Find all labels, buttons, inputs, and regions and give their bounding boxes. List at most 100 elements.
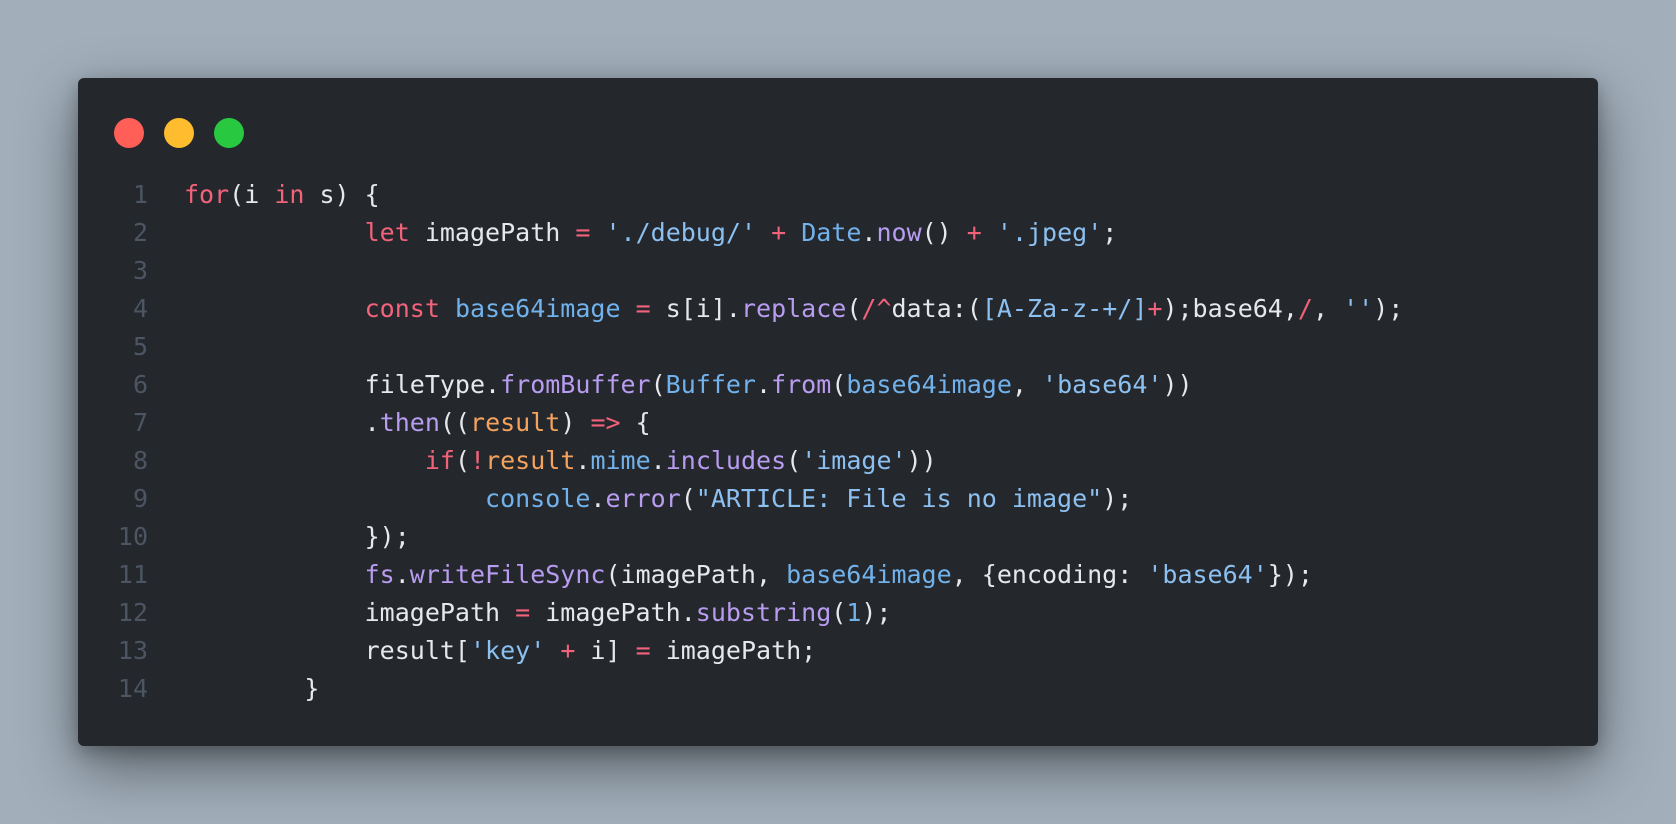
line-number: 1 xyxy=(132,180,148,209)
code-token: + xyxy=(771,218,787,247)
code-token: );base64, xyxy=(1162,294,1298,323)
code-token: replace xyxy=(740,294,847,323)
code-text: fs.writeFileSync(imagePath, base64image,… xyxy=(184,556,1313,594)
code-line: 9 console.error("ARTICLE: File is no ima… xyxy=(78,480,1598,518)
code-token: () xyxy=(921,218,967,247)
code-token: result[ xyxy=(364,636,470,665)
code-token: "ARTICLE: File is no image" xyxy=(695,484,1103,513)
code-token: + xyxy=(966,218,982,247)
code-token: from xyxy=(771,370,832,399)
code-token: (( xyxy=(439,408,471,437)
code-token: 1 xyxy=(846,598,862,627)
code-line: 2 let imagePath = './debug/' + Date.now(… xyxy=(78,214,1598,252)
code-token: . xyxy=(394,560,410,589)
code-text: const base64image = s[i].replace(/^data:… xyxy=(184,290,1404,328)
code-token: ) xyxy=(560,408,591,437)
line-number: 2 xyxy=(132,218,148,247)
code-token: (i xyxy=(229,180,275,209)
code-token: imagePath xyxy=(409,218,576,247)
code-token: console xyxy=(485,484,591,513)
line-number: 6 xyxy=(132,370,148,399)
code-text: let imagePath = './debug/' + Date.now() … xyxy=(184,214,1118,252)
code-token: fromBuffer xyxy=(500,370,651,399)
code-token: ( xyxy=(831,598,847,627)
code-line: 5 xyxy=(78,328,1598,366)
code-token: mime xyxy=(590,446,651,475)
code-token: = xyxy=(635,636,651,665)
code-token: ! xyxy=(470,446,486,475)
line-number: 4 xyxy=(132,294,148,323)
code-token: '' xyxy=(1343,294,1374,323)
code-text: imagePath = imagePath.substring(1); xyxy=(184,594,892,632)
line-number: 8 xyxy=(132,446,148,475)
code-token: base64image xyxy=(454,294,621,323)
code-token: ; xyxy=(1102,218,1118,247)
code-token: in xyxy=(274,180,305,209)
code-token: { xyxy=(620,408,651,437)
minimize-window-button[interactable] xyxy=(164,118,194,148)
code-token: + xyxy=(560,636,576,665)
code-text: for(i in s) { xyxy=(184,176,380,214)
code-token: imagePath; xyxy=(650,636,817,665)
code-token: = xyxy=(515,598,531,627)
code-line: 1 for(i in s) { xyxy=(78,176,1598,214)
code-token: error xyxy=(605,484,681,513)
code-token: s) { xyxy=(304,180,380,209)
code-token: now xyxy=(876,218,922,247)
code-token: imagePath xyxy=(364,598,516,627)
code-token: )) xyxy=(906,446,937,475)
code-token: ( xyxy=(650,370,666,399)
line-number: 10 xyxy=(117,522,148,551)
code-text: }); xyxy=(184,518,410,556)
code-token: result xyxy=(470,408,561,437)
close-window-button[interactable] xyxy=(114,118,144,148)
line-number: 7 xyxy=(132,408,148,437)
code-line: 11 fs.writeFileSync(imagePath, base64ima… xyxy=(78,556,1598,594)
code-token: base64image xyxy=(846,370,1012,399)
code-token: 'key' xyxy=(469,636,546,665)
code-token: ( xyxy=(846,294,862,323)
code-token: (imagePath, xyxy=(605,560,787,589)
line-number: 12 xyxy=(117,598,148,627)
maximize-window-button[interactable] xyxy=(214,118,244,148)
line-number: 13 xyxy=(117,636,148,665)
code-token: imagePath. xyxy=(530,598,696,627)
code-token: i] xyxy=(575,636,636,665)
code-editor[interactable]: 1 for(i in s) {2 let imagePath = './debug… xyxy=(78,176,1598,708)
code-line: 4 const base64image = s[i].replace(/^dat… xyxy=(78,290,1598,328)
code-token: let xyxy=(364,218,410,247)
code-token: writeFileSync xyxy=(409,560,606,589)
line-number: 5 xyxy=(132,332,148,361)
code-token: result xyxy=(485,446,576,475)
code-token: . xyxy=(364,408,380,437)
code-token: Date xyxy=(801,218,862,247)
code-token: /^ xyxy=(861,294,892,323)
code-line: 8 if(!result.mime.includes('image')) xyxy=(78,442,1598,480)
code-token: data:( xyxy=(891,294,982,323)
code-token: = xyxy=(635,294,651,323)
code-line: 14 } xyxy=(78,670,1598,708)
code-token: ( xyxy=(454,446,470,475)
code-token: ( xyxy=(786,446,802,475)
code-text: console.error("ARTICLE: File is no image… xyxy=(184,480,1132,518)
code-line: 12 imagePath = imagePath.substring(1); xyxy=(78,594,1598,632)
code-token: / xyxy=(1297,294,1313,323)
code-token: )) xyxy=(1162,370,1193,399)
code-token: if xyxy=(424,446,455,475)
code-token: 'image' xyxy=(801,446,907,475)
code-token: }); xyxy=(364,522,410,551)
